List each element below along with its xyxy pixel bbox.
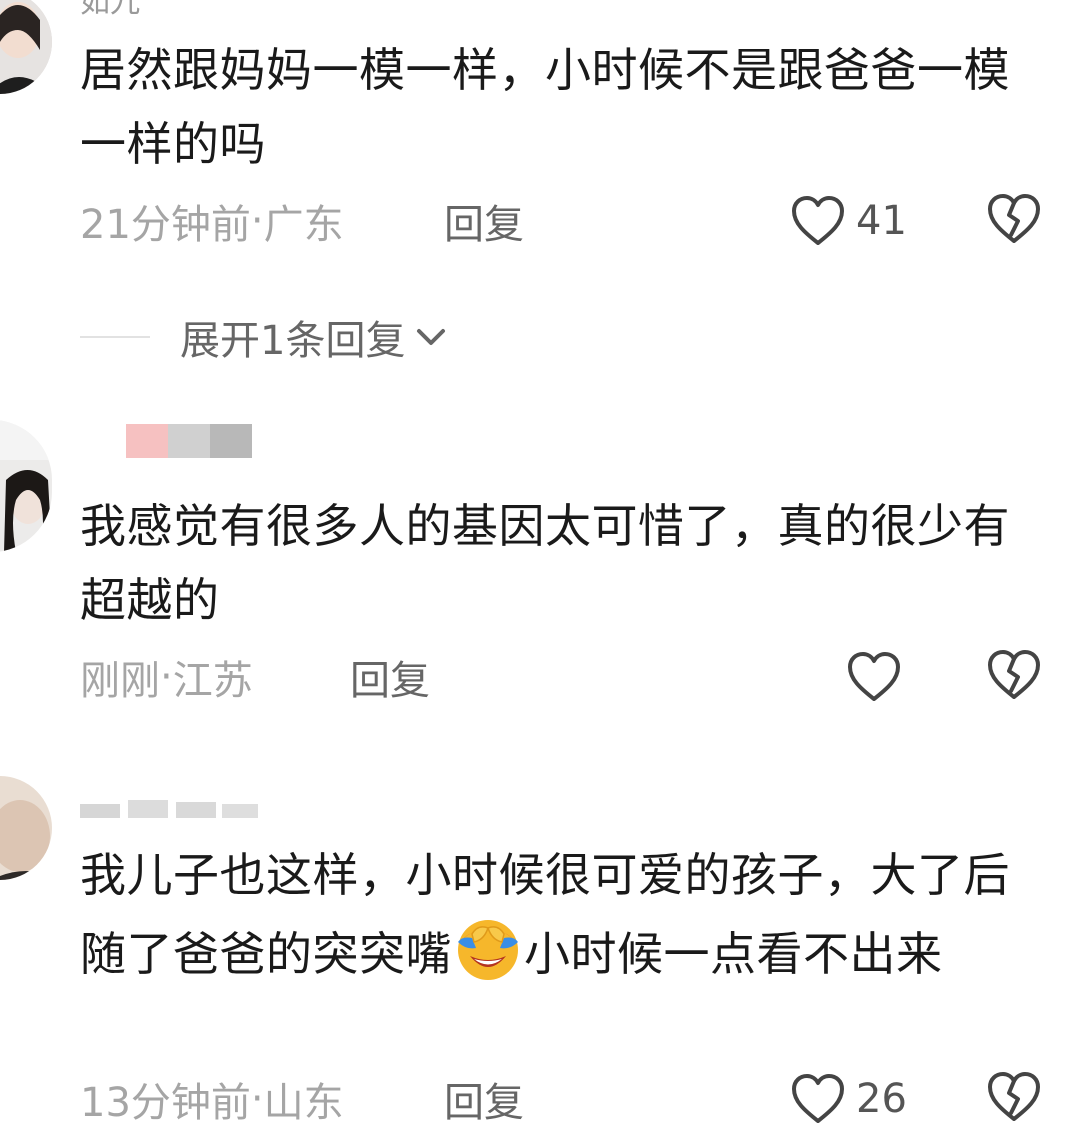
comment-text: 我儿子也这样，小时候很可爱的孩子，大了后随了爸爸的突突嘴 小时候一点看不出来 [80, 838, 1040, 991]
username[interactable]: 如九 [80, 0, 140, 18]
like-count: 41 [856, 198, 907, 244]
face-with-tears-of-joy-covering-eyes-icon [458, 920, 518, 980]
comment-meta: 刚刚 · 江苏 [80, 652, 253, 704]
meta-separator: · [250, 1076, 264, 1122]
avatar[interactable] [0, 420, 52, 552]
avatar[interactable] [0, 0, 52, 94]
meta-separator: · [160, 654, 173, 700]
broken-heart-icon [988, 1072, 1040, 1121]
like-count: 26 [856, 1076, 907, 1122]
meta-separator: · [250, 198, 264, 244]
dislike-button[interactable] [986, 1071, 1042, 1127]
comment-location: 江苏 [172, 658, 253, 704]
comment-time: 21分钟前 [80, 202, 251, 248]
dislike-button[interactable] [986, 193, 1042, 249]
expand-replies-label: 展开1条回复 [180, 318, 406, 364]
comment-text-part-2: 小时候一点看不出来 [524, 927, 943, 981]
expand-replies[interactable]: 展开1条回复 [80, 312, 451, 364]
broken-heart-icon [988, 650, 1040, 699]
comment-time: 13分钟前 [80, 1080, 251, 1126]
heart-outline-icon [848, 652, 900, 701]
username-blurred[interactable] [80, 796, 260, 826]
reply-button[interactable]: 回复 [444, 1074, 524, 1126]
divider [80, 336, 150, 338]
heart-outline-icon [792, 196, 844, 245]
comment-time: 刚刚 [80, 658, 160, 704]
heart-outline-icon [792, 1074, 844, 1123]
like-button[interactable]: 41 [790, 193, 907, 249]
comment-meta: 21分钟前 · 广东 [80, 196, 344, 248]
comment-meta: 13分钟前 · 山东 [80, 1074, 344, 1126]
avatar[interactable] [0, 776, 52, 880]
chevron-down-icon [417, 329, 446, 345]
like-button[interactable]: 26 [790, 1071, 907, 1127]
dislike-button[interactable] [986, 649, 1042, 705]
broken-heart-icon [988, 194, 1040, 243]
comment-location: 广东 [263, 202, 344, 248]
like-button[interactable] [846, 649, 902, 705]
reply-button[interactable]: 回复 [350, 652, 430, 704]
reply-button[interactable]: 回复 [444, 196, 524, 248]
comment-location: 山东 [263, 1080, 344, 1126]
username-blurred[interactable] [126, 424, 252, 458]
comment-text: 居然跟妈妈一模一样，小时候不是跟爸爸一模一样的吗 [80, 43, 1010, 171]
comment-text: 我感觉有很多人的基因太可惜了，真的很少有超越的 [80, 499, 1010, 627]
